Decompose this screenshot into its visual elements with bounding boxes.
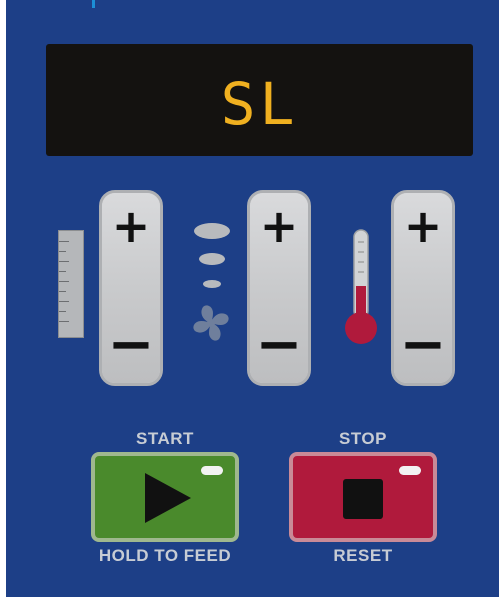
hold-to-feed-label: HOLD TO FEED	[98, 546, 232, 565]
minus-icon: −	[399, 311, 447, 377]
feed-rate-increase-button[interactable]: +	[102, 193, 160, 289]
temperature-increase-button[interactable]: +	[394, 193, 452, 289]
start-button[interactable]	[91, 452, 239, 542]
plus-icon: +	[111, 198, 151, 253]
minus-icon: −	[255, 311, 303, 377]
stop-led-icon	[399, 466, 421, 475]
stop-label: STOP	[339, 429, 387, 448]
speed-level-mid-icon	[199, 253, 225, 265]
display-readout: SL	[220, 70, 299, 138]
temperature-decrease-button[interactable]: −	[394, 288, 452, 383]
fan-speed-decrease-button[interactable]: −	[250, 288, 308, 383]
thermometer-icon	[345, 229, 377, 344]
speed-level-high-icon	[194, 223, 230, 239]
fan-icon	[193, 305, 229, 341]
play-icon	[145, 473, 191, 523]
stop-button[interactable]	[289, 452, 437, 542]
start-label: START	[136, 429, 194, 448]
minus-icon: −	[107, 311, 155, 377]
fan-speed-increase-button[interactable]: +	[250, 193, 308, 289]
temperature-rocker: + −	[391, 190, 455, 386]
feed-rate-rocker: + −	[99, 190, 163, 386]
plus-icon: +	[403, 198, 443, 253]
stop-icon	[343, 479, 383, 519]
plus-icon: +	[259, 198, 299, 253]
fan-speed-rocker: + −	[247, 190, 311, 386]
top-accent	[92, 0, 95, 8]
speed-level-low-icon	[203, 280, 221, 288]
feed-rate-decrease-button[interactable]: −	[102, 288, 160, 383]
lcd-display: SL	[46, 44, 473, 156]
ruler-icon	[58, 230, 84, 338]
reset-label: RESET	[333, 546, 393, 565]
start-led-icon	[201, 466, 223, 475]
